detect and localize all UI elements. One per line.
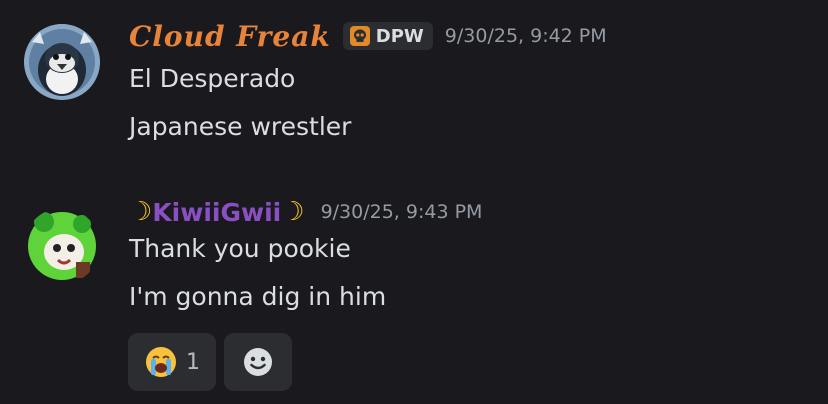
server-tag[interactable]: DPW <box>342 22 433 50</box>
reaction-count: 1 <box>186 349 200 375</box>
creature-avatar-icon <box>28 212 96 280</box>
crescent-moon-icon: ☽ <box>129 197 153 227</box>
message-kiwiigwii: ☽ KiwiiGwii ☽ 9/30/25, 9:43 PM Thank you… <box>0 170 828 404</box>
message-line: El Desperado <box>129 64 296 93</box>
message-cloud-freak: Cloud Freak DPW 9/30/25, 9:42 PM El Desp… <box>0 0 828 170</box>
loudly-crying-face-icon <box>144 345 178 379</box>
message-line: I'm gonna dig in him <box>129 282 387 311</box>
add-reaction-button[interactable] <box>224 333 292 391</box>
skull-icon <box>349 26 370 46</box>
add-reaction-icon <box>242 346 274 378</box>
username-kiwiigwii[interactable]: ☽ KiwiiGwii ☽ <box>129 197 305 227</box>
message-line: Japanese wrestler <box>129 112 352 141</box>
avatar-kiwii[interactable] <box>24 208 100 284</box>
timestamp: 9/30/25, 9:43 PM <box>320 201 483 223</box>
message-line: Thank you pookie <box>129 234 351 263</box>
reaction-crying[interactable]: 1 <box>128 333 216 391</box>
avatar-penguin[interactable] <box>24 24 100 100</box>
timestamp: 9/30/25, 9:42 PM <box>444 25 607 47</box>
server-tag-label: DPW <box>375 25 424 47</box>
username-cloud-freak[interactable]: Cloud Freak <box>129 20 331 53</box>
crescent-moon-icon: ☽ <box>281 197 305 227</box>
username-label: KiwiiGwii <box>152 197 282 227</box>
penguin-avatar-icon <box>24 24 100 100</box>
